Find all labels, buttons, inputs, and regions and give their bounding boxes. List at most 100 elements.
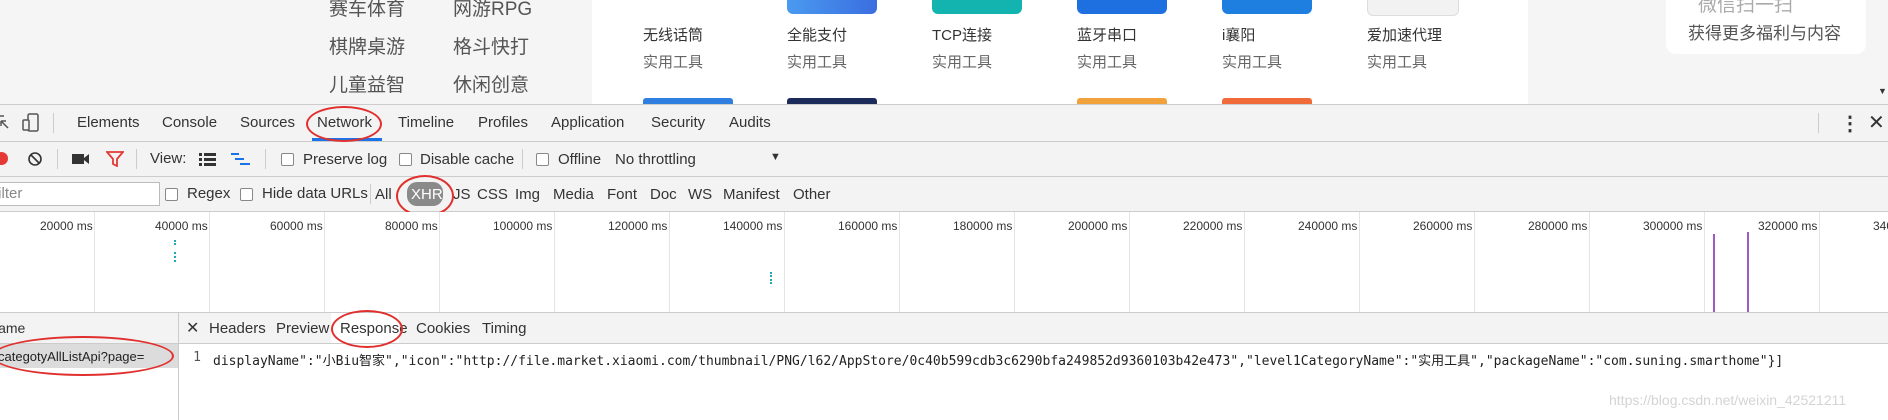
tab-cookies[interactable]: Cookies xyxy=(416,320,470,337)
timeline-gridline xyxy=(669,212,670,312)
category-link[interactable]: 网游RPG xyxy=(453,0,532,34)
tab-elements[interactable]: Elements xyxy=(77,114,140,131)
type-filter-css[interactable]: CSS xyxy=(477,186,508,203)
type-filter-img[interactable]: Img xyxy=(515,186,540,203)
type-filter-font[interactable]: Font xyxy=(607,186,637,203)
filter-placeholder: Filter xyxy=(0,185,23,202)
category-link[interactable]: 赛车体育 xyxy=(329,0,405,34)
tab-security[interactable]: Security xyxy=(651,114,705,131)
response-body[interactable]: 1 displayName":"小Biu智家","icon":"http://f… xyxy=(179,344,1888,374)
app-name: 全能支付 xyxy=(787,27,848,44)
clear-icon[interactable] xyxy=(27,151,43,167)
timeline-gridline xyxy=(1589,212,1590,312)
app-category: 实用工具 xyxy=(1077,54,1138,71)
app-card[interactable]: i襄阳 实用工具 xyxy=(1222,0,1362,104)
tab-timeline[interactable]: Timeline xyxy=(398,114,454,131)
separator xyxy=(57,149,58,169)
app-card[interactable]: 爱加速代理 实用工具 xyxy=(1367,0,1507,104)
separator xyxy=(1818,113,1819,133)
network-timeline-overview[interactable]: 20000 ms 40000 ms 60000 ms 80000 ms 1000… xyxy=(0,212,1888,313)
app-category: 实用工具 xyxy=(932,54,993,71)
tab-preview[interactable]: Preview xyxy=(276,320,329,337)
timeline-dom-content-loaded-marker xyxy=(1713,234,1715,312)
app-icon xyxy=(643,0,733,14)
preserve-log-label: Preserve log xyxy=(303,151,388,168)
tab-timing[interactable]: Timing xyxy=(482,320,526,337)
tab-audits[interactable]: Audits xyxy=(729,114,771,131)
filter-icon[interactable] xyxy=(106,151,124,167)
timeline-gridline xyxy=(1474,212,1475,312)
timeline-tick-label: 140000 ms xyxy=(723,219,783,233)
category-link[interactable]: 格斗快打 xyxy=(453,34,532,72)
close-icon[interactable]: ✕ xyxy=(1868,110,1885,135)
detail-tabbar: ✕ Headers Preview Response Cookies Timin… xyxy=(179,310,1888,348)
tab-headers[interactable]: Headers xyxy=(209,320,266,337)
annotation-circle-response-tab xyxy=(331,310,403,348)
timeline-tick-label: 260000 ms xyxy=(1413,219,1473,233)
type-filter-manifest[interactable]: Manifest xyxy=(723,186,780,203)
separator xyxy=(53,113,54,133)
timeline-load-marker xyxy=(1747,232,1749,312)
timeline-gridline xyxy=(94,212,95,312)
app-name: 无线话筒 xyxy=(643,27,704,44)
throttling-select[interactable]: No throttling xyxy=(615,151,696,168)
timeline-tick-label: 20000 ms xyxy=(40,219,93,233)
type-filter-media[interactable]: Media xyxy=(553,186,594,203)
tab-sources[interactable]: Sources xyxy=(240,114,295,131)
annotation-circle-network-tab xyxy=(306,106,382,142)
category-column-right: 网游RPG 格斗快打 休闲创意 xyxy=(453,0,532,104)
hide-data-urls-label: Hide data URLs xyxy=(262,185,368,202)
timeline-tick-label: 40000 ms xyxy=(155,219,208,233)
timeline-request-mark xyxy=(174,240,178,243)
timeline-gridline xyxy=(1359,212,1360,312)
category-link[interactable]: 休闲创意 xyxy=(453,72,532,104)
timeline-tick-label: 340000 ms xyxy=(1873,219,1888,233)
large-rows-icon[interactable] xyxy=(199,152,217,166)
network-toolbar: View: Preserve log Disable cache Offline… xyxy=(0,142,1888,177)
promo-text: 获得更多福利与内容 xyxy=(1688,24,1841,43)
tab-console[interactable]: Console xyxy=(162,114,217,131)
separator xyxy=(522,149,523,169)
timeline-tick-label: 160000 ms xyxy=(838,219,898,233)
offline-checkbox[interactable] xyxy=(536,153,549,166)
regex-checkbox[interactable] xyxy=(165,188,178,201)
app-card[interactable]: 无线话筒 实用工具 xyxy=(643,0,783,104)
type-filter-doc[interactable]: Doc xyxy=(650,186,677,203)
tab-application[interactable]: Application xyxy=(551,114,624,131)
timeline-gridline xyxy=(1819,212,1820,312)
type-filter-ws[interactable]: WS xyxy=(688,186,712,203)
timeline-gridline xyxy=(1014,212,1015,312)
type-filter-other[interactable]: Other xyxy=(793,186,831,203)
close-detail-icon[interactable]: ✕ xyxy=(186,318,199,338)
timeline-gridline xyxy=(324,212,325,312)
app-card[interactable]: 全能支付 实用工具 xyxy=(787,0,927,104)
type-filter-all[interactable]: All xyxy=(375,186,392,203)
type-filter-js[interactable]: JS xyxy=(453,186,471,203)
app-icon xyxy=(932,0,1022,14)
waterfall-view-icon[interactable] xyxy=(231,152,251,166)
tab-profiles[interactable]: Profiles xyxy=(478,114,528,131)
app-card[interactable]: TCP连接 实用工具 xyxy=(932,0,1072,104)
devtools-tabbar: Elements Console Sources Network Timelin… xyxy=(0,105,1888,142)
hide-data-urls-checkbox[interactable] xyxy=(240,188,253,201)
capture-screenshots-icon[interactable] xyxy=(72,152,90,166)
chevron-down-icon[interactable]: ▼ xyxy=(770,151,781,163)
app-category: 实用工具 xyxy=(1367,54,1428,71)
app-card[interactable]: 蓝牙串口 实用工具 xyxy=(1077,0,1217,104)
timeline-tick-label: 180000 ms xyxy=(953,219,1013,233)
record-icon[interactable] xyxy=(0,152,8,165)
category-link[interactable]: 棋牌桌游 xyxy=(329,34,405,72)
device-toolbar-icon[interactable] xyxy=(22,113,40,133)
disable-cache-checkbox[interactable] xyxy=(399,153,412,166)
inspect-element-icon[interactable] xyxy=(0,114,10,132)
scroll-down-arrow-icon[interactable]: ▼ xyxy=(1878,86,1887,96)
timeline-tick-label: 100000 ms xyxy=(493,219,553,233)
promo-heading: 微信扫一扫 xyxy=(1698,0,1794,16)
webpage-viewport: 赛车体育 棋牌桌游 儿童益智 网游RPG 格斗快打 休闲创意 无线话筒 实用工具… xyxy=(0,0,1888,104)
more-options-icon[interactable]: ⋮ xyxy=(1840,111,1860,136)
request-list-pane: Name categotyAllListApi?page= xyxy=(0,313,179,420)
timeline-tick-label: 300000 ms xyxy=(1643,219,1703,233)
category-link[interactable]: 儿童益智 xyxy=(329,72,405,104)
preserve-log-checkbox[interactable] xyxy=(281,153,294,166)
filter-input[interactable]: Filter xyxy=(0,182,160,206)
